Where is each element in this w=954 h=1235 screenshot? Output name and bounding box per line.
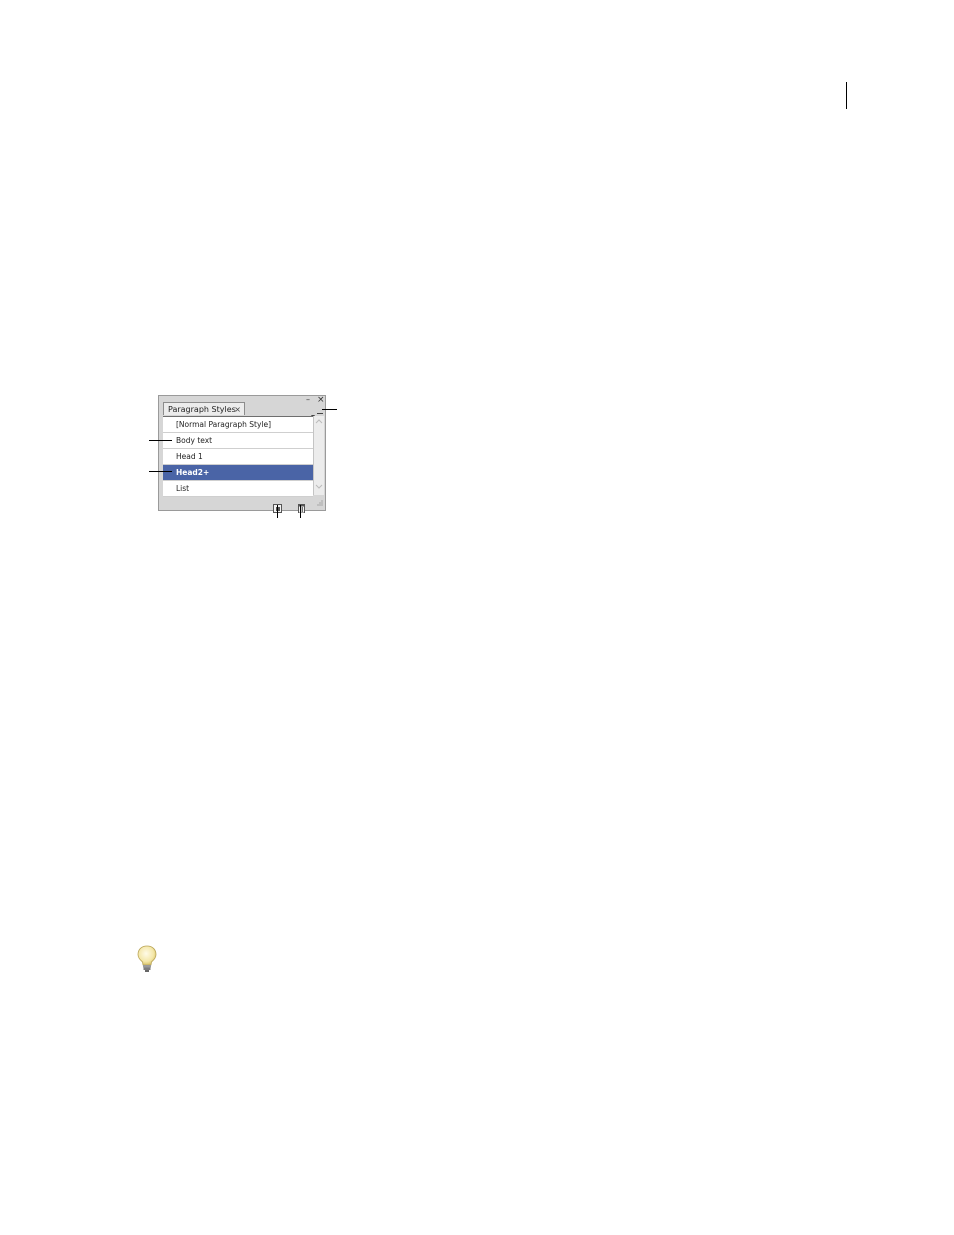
tab-label: Paragraph Styles bbox=[168, 405, 236, 414]
resize-grip-icon[interactable] bbox=[317, 500, 323, 508]
list-item-selected[interactable]: Head2+ bbox=[163, 465, 313, 481]
callout-line-new bbox=[277, 505, 278, 518]
scrollbar[interactable] bbox=[313, 416, 324, 495]
tab-paragraph-styles[interactable]: Paragraph Styles × bbox=[163, 402, 245, 415]
lightbulb-icon bbox=[136, 945, 158, 973]
close-panel-button[interactable]: × bbox=[317, 395, 325, 405]
list-item[interactable]: Body text bbox=[163, 433, 313, 449]
page-header-rule bbox=[846, 82, 847, 109]
callout-line-menu bbox=[322, 409, 337, 410]
callout-line-override bbox=[149, 471, 172, 472]
minimize-button[interactable]: – bbox=[306, 395, 310, 405]
tab-close-icon[interactable]: × bbox=[234, 403, 241, 416]
scroll-up-icon[interactable] bbox=[315, 418, 323, 426]
callout-line-style bbox=[149, 440, 172, 441]
callout-line-delete bbox=[300, 505, 301, 518]
list-item[interactable]: Head 1 bbox=[163, 449, 313, 465]
paragraph-styles-panel: – × Paragraph Styles × [Normal Paragraph… bbox=[158, 395, 326, 514]
delete-style-icon[interactable] bbox=[297, 498, 306, 514]
list-item[interactable]: [Normal Paragraph Style] bbox=[163, 417, 313, 433]
list-item[interactable]: List bbox=[163, 481, 313, 497]
style-list: [Normal Paragraph Style] Body text Head … bbox=[163, 416, 313, 497]
scroll-down-icon[interactable] bbox=[315, 484, 323, 492]
panel-menu-icon[interactable] bbox=[311, 406, 323, 420]
